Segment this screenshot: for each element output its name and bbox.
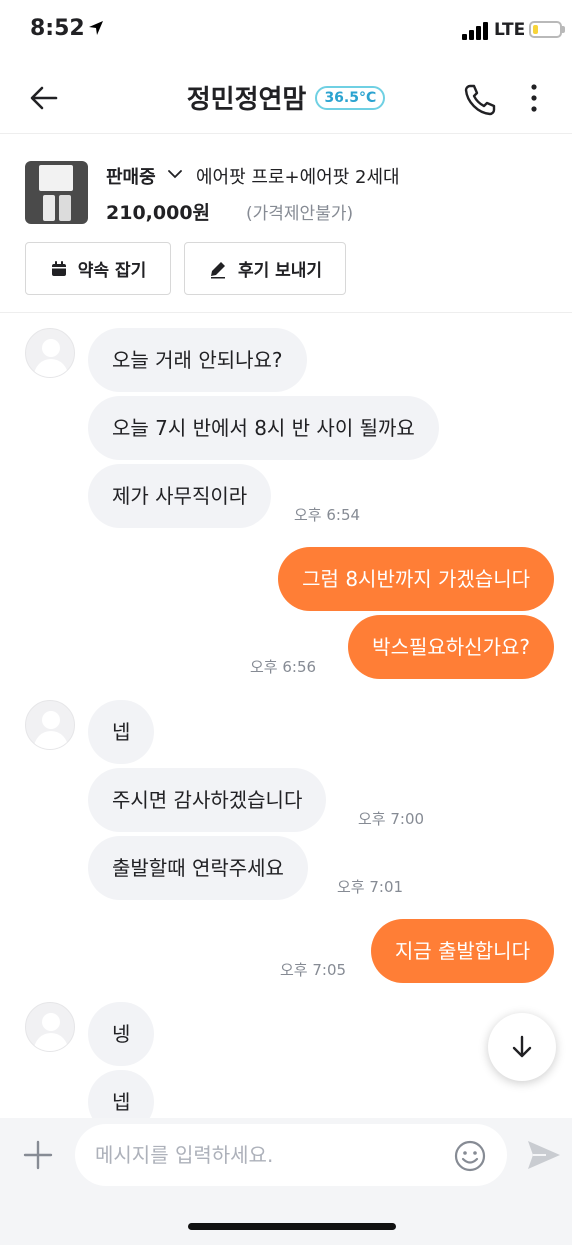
- avatar[interactable]: [25, 328, 75, 378]
- page-title: 정민정연맘: [186, 85, 307, 115]
- message-time: 오후 6:56: [250, 658, 317, 676]
- price-note: (가격제안불가): [246, 204, 354, 224]
- message-bubble: 지금 출발합니다: [370, 919, 554, 983]
- message-bubble: 넵: [88, 700, 155, 764]
- signal-icon: [462, 22, 488, 40]
- message-bubble: 제가 사무직이라: [88, 464, 272, 528]
- product-thumbnail[interactable]: [25, 161, 88, 224]
- avatar[interactable]: [25, 1002, 75, 1052]
- send-review-button[interactable]: 후기 보내기: [184, 242, 346, 295]
- message-bubble: 그럼 8시반까지 가겠습니다: [278, 547, 554, 611]
- battery-icon: [529, 21, 562, 38]
- more-options-icon[interactable]: [524, 82, 544, 114]
- message-bubble: 오늘 7시 반에서 8시 반 사이 될까요: [88, 396, 439, 460]
- network-type: LTE: [494, 20, 526, 40]
- calendar-icon: [51, 260, 66, 276]
- plus-icon[interactable]: [23, 1140, 53, 1170]
- product-name: 에어팟 프로+에어팟 2세대: [196, 167, 400, 188]
- message-time: 오후 7:00: [358, 810, 425, 828]
- thumbnail-box: [39, 165, 73, 191]
- message-bubble: 박스필요하신가요?: [348, 615, 554, 679]
- manner-temp-badge[interactable]: 36.5°C: [315, 85, 386, 110]
- product-info: 판매중 에어팟 프로+에어팟 2세대 210,000원 (가격제안불가) 약속 …: [0, 135, 572, 313]
- make-appointment-button[interactable]: 약속 잡기: [25, 242, 171, 295]
- pencil-icon: [210, 261, 225, 278]
- message-bubble: 넹: [88, 1002, 155, 1066]
- send-review-label: 후기 보내기: [237, 261, 323, 281]
- make-appointment-label: 약속 잡기: [77, 261, 147, 281]
- sale-status[interactable]: 판매중: [106, 163, 156, 189]
- emoji-icon[interactable]: [453, 1139, 487, 1173]
- battery-level: [533, 25, 538, 34]
- send-icon[interactable]: [526, 1138, 562, 1172]
- message-time: 오후 6:54: [294, 506, 361, 524]
- message-time: 오후 7:01: [337, 878, 404, 896]
- status-bar: 8:52 LTE: [0, 0, 572, 62]
- phone-icon[interactable]: [462, 82, 498, 118]
- product-price: 210,000원: [106, 202, 211, 224]
- chat-header: 정민정연맘 36.5°C: [0, 62, 572, 134]
- message-bubble: 주시면 감사하겠습니다: [88, 768, 327, 832]
- message-input-bar: [0, 1118, 572, 1245]
- message-bubble: 출발할때 연락주세요: [88, 836, 308, 900]
- message-bubble: 넵: [88, 1070, 155, 1118]
- scroll-to-bottom-button[interactable]: [488, 1013, 556, 1081]
- message-time: 오후 7:05: [280, 961, 347, 979]
- chat-messages[interactable]: 오늘 거래 안되나요? 오늘 7시 반에서 8시 반 사이 될까요 제가 사무직…: [0, 314, 572, 1118]
- avatar[interactable]: [25, 700, 75, 750]
- chevron-down-icon[interactable]: [168, 169, 182, 179]
- thumbnail-item: [43, 195, 55, 221]
- home-indicator: [188, 1223, 396, 1230]
- status-time: 8:52: [30, 16, 85, 41]
- arrow-down-icon: [512, 1035, 532, 1058]
- location-arrow-icon: [89, 21, 103, 35]
- battery-cap: [562, 26, 565, 33]
- message-input[interactable]: [75, 1124, 507, 1186]
- thumbnail-item: [59, 195, 71, 221]
- message-bubble: 오늘 거래 안되나요?: [88, 328, 307, 392]
